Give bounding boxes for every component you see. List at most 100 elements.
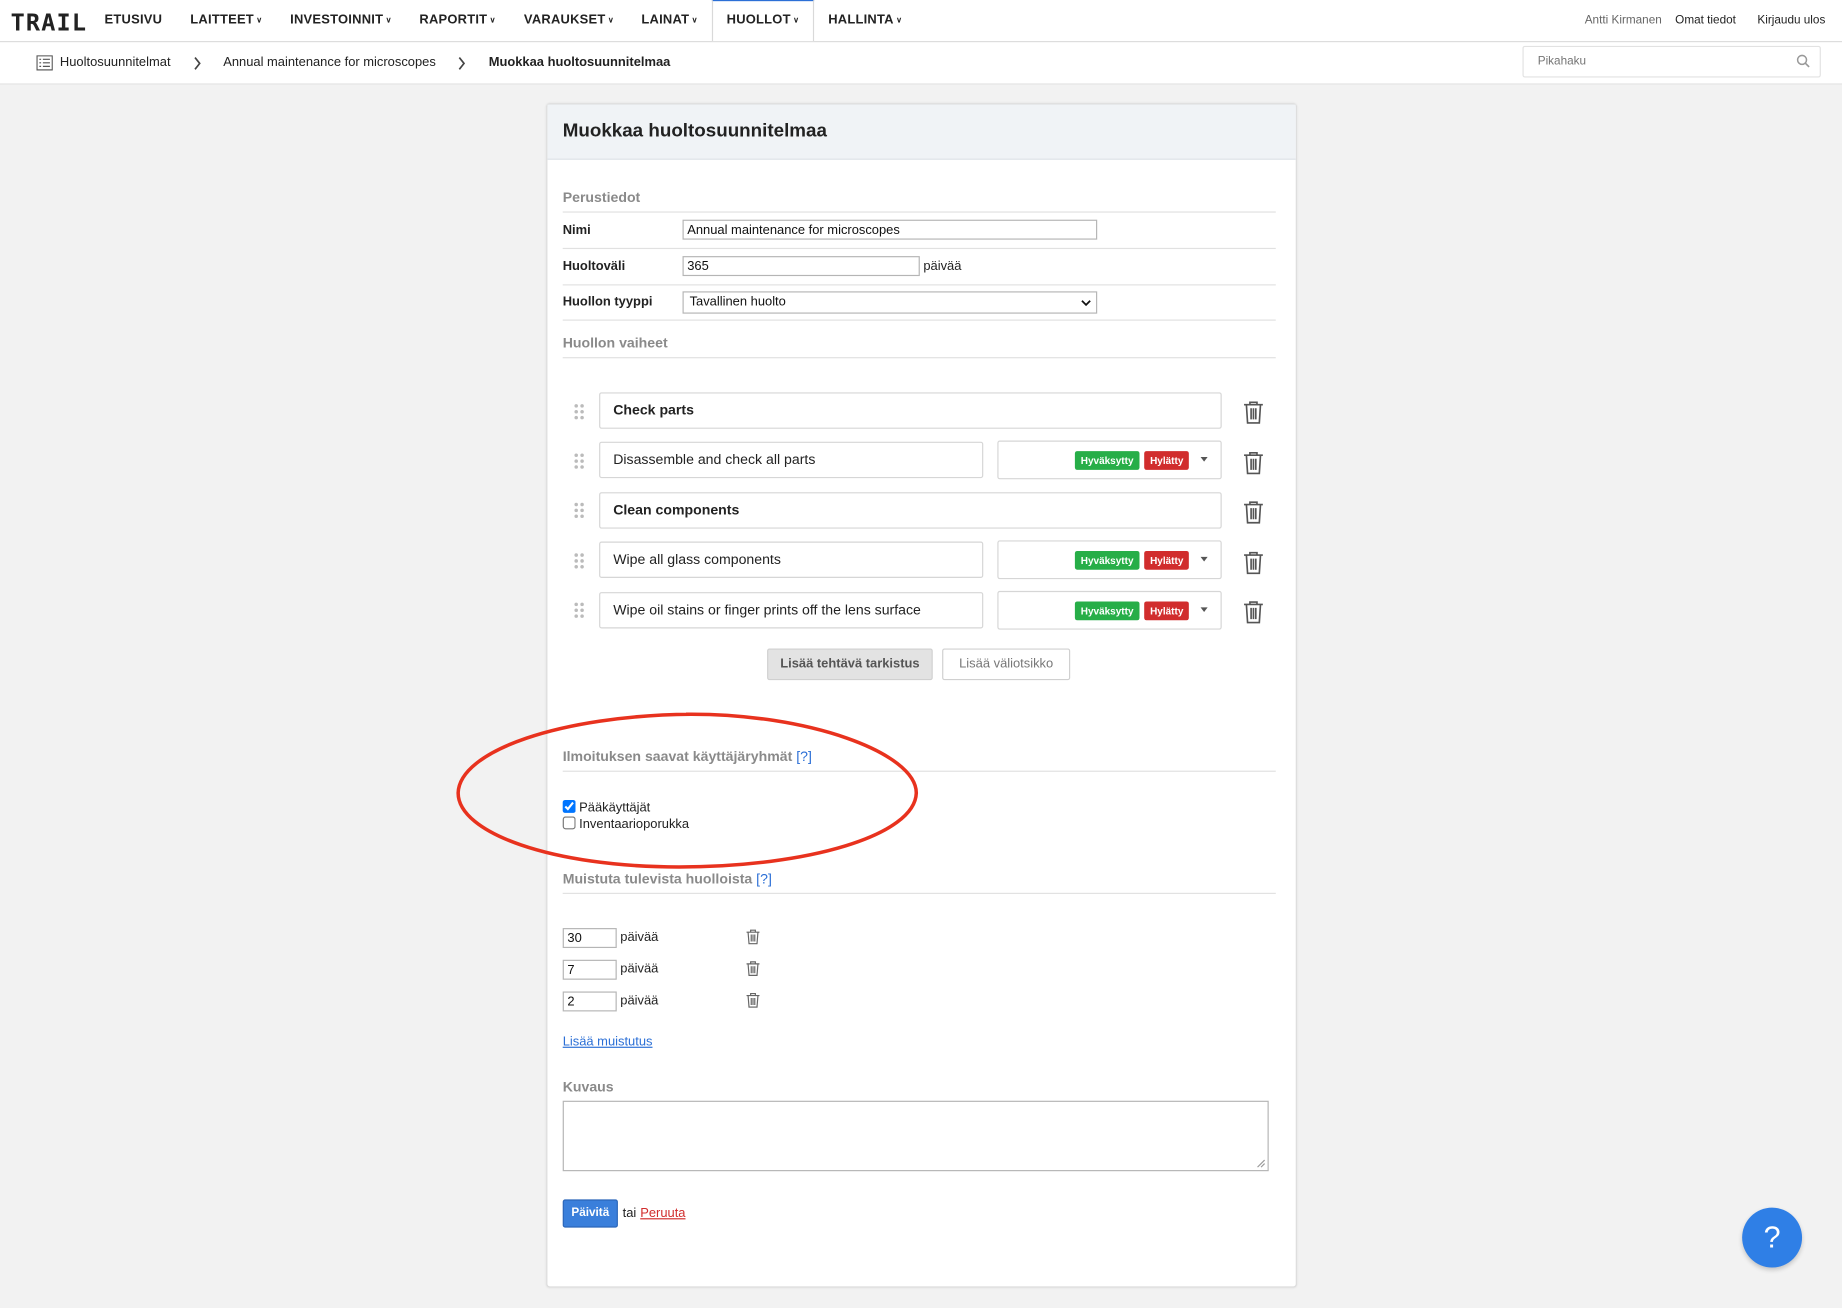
list-icon	[36, 55, 53, 71]
nav-lainat[interactable]: LAINAT ∨	[641, 0, 697, 41]
phase-item[interactable]: Clean components	[599, 492, 1222, 529]
cancel-link[interactable]: Peruuta	[640, 1206, 685, 1220]
name-label: Nimi	[562, 223, 591, 238]
chevron-down-icon: ∨	[793, 16, 800, 25]
breadcrumb-plan[interactable]: Annual maintenance for microscopes	[223, 42, 436, 83]
trash-icon[interactable]	[1243, 451, 1264, 475]
trash-icon[interactable]	[746, 961, 760, 976]
reminder-days-input[interactable]	[562, 928, 617, 949]
nav-raportit-label: RAPORTIT	[419, 12, 488, 28]
divider	[562, 357, 1276, 359]
approved-badge: Hyväksytty	[1074, 601, 1140, 621]
nav-raportit[interactable]: RAPORTIT ∨	[419, 0, 496, 41]
logout-link[interactable]: Kirjaudu ulos	[1757, 0, 1825, 41]
add-task-button[interactable]: Lisää tehtävä tarkistus	[767, 648, 933, 681]
search-input[interactable]	[1535, 54, 1776, 70]
divider	[562, 247, 1276, 250]
chevron-right-icon	[194, 57, 201, 70]
trash-icon[interactable]	[746, 993, 760, 1008]
nav-huollot-label: HUOLLOT	[726, 12, 791, 28]
help-link[interactable]: [?]	[756, 870, 772, 886]
reminder-days-input[interactable]	[562, 959, 617, 980]
divider	[562, 319, 1276, 321]
chevron-down-icon: ∨	[691, 16, 698, 25]
add-reminder-link[interactable]: Lisää muistutus	[563, 1035, 653, 1049]
chevron-down-icon: ∨	[489, 16, 496, 25]
chevron-down-icon: ∨	[256, 16, 263, 25]
drag-handle-icon[interactable]	[574, 602, 586, 619]
current-user: Antti Kirmanen	[1584, 14, 1662, 28]
help-button[interactable]: ?	[1742, 1207, 1803, 1268]
name-field[interactable]	[682, 219, 1098, 240]
reminder-days-input[interactable]	[562, 991, 617, 1012]
caret-down-icon	[1200, 456, 1208, 462]
annotation-ellipse	[456, 712, 919, 869]
edit-plan-card: Muokkaa huoltosuunnitelmaa Perustiedot N…	[546, 103, 1297, 1288]
type-select[interactable]: Tavallinen huolto	[682, 291, 1098, 314]
reminder-unit: päivää	[620, 930, 659, 945]
rejected-badge: Hylätty	[1144, 451, 1190, 470]
nav-laitteet[interactable]: LAITTEET ∨	[190, 0, 262, 41]
trail-logo[interactable]: TRAIL	[11, 8, 88, 36]
rejected-badge: Hylätty	[1144, 601, 1190, 621]
phase-status-select[interactable]: Hyväksytty Hylätty	[997, 590, 1222, 630]
nav-hallinta[interactable]: HALLINTA ∨	[828, 0, 902, 41]
drag-handle-icon[interactable]	[574, 404, 586, 420]
phase-item[interactable]: Disassemble and check all parts	[599, 441, 984, 479]
phase-status-select[interactable]: Hyväksytty Hylätty	[997, 440, 1222, 480]
divider	[562, 892, 1276, 894]
rejected-badge: Hylätty	[1144, 550, 1190, 570]
chevron-down-icon: ∨	[607, 16, 615, 25]
trash-icon[interactable]	[1243, 551, 1264, 575]
drag-handle-icon[interactable]	[574, 553, 586, 569]
reminder-unit: päivää	[620, 993, 659, 1008]
caret-down-icon	[1200, 556, 1208, 562]
approved-badge: Hyväksytty	[1074, 451, 1140, 470]
search-icon[interactable]	[1796, 54, 1810, 68]
nav-huollot[interactable]: HUOLLOT ∨	[711, 0, 815, 42]
chevron-right-icon	[458, 57, 466, 70]
trash-icon[interactable]	[1243, 500, 1264, 524]
remind-section-title: Muistuta tulevista huolloista [?]	[563, 870, 772, 886]
caret-down-icon	[1200, 607, 1208, 613]
nav-investoinnit[interactable]: INVESTOINNIT ∨	[290, 0, 392, 41]
nav-etusivu[interactable]: ETUSIVU	[105, 0, 163, 41]
interval-field[interactable]	[682, 256, 920, 277]
page: TRAIL ETUSIVU LAITTEET ∨ INVESTOINNIT ∨ RA…	[0, 0, 1842, 1307]
drag-handle-icon[interactable]	[574, 502, 586, 519]
or-text: tai	[622, 1206, 637, 1221]
phase-item[interactable]: Check parts	[599, 392, 1222, 429]
trash-icon[interactable]	[1243, 401, 1264, 424]
nav-etusivu-label: ETUSIVU	[104, 12, 163, 28]
phase-item[interactable]: Wipe all glass components	[599, 541, 984, 578]
breadcrumb-current: Muokkaa huoltosuunnitelmaa	[488, 55, 671, 70]
chevron-down-icon: ∨	[896, 16, 903, 25]
nav-varaukset[interactable]: VARAUKSET ∨	[524, 0, 614, 41]
add-subheading-button[interactable]: Lisää väliotsikko	[942, 648, 1071, 681]
profile-link[interactable]: Omat tiedot	[1675, 0, 1736, 41]
update-button[interactable]: Päivitä	[562, 1199, 618, 1228]
phase-status-select[interactable]: Hyväksytty Hylätty	[997, 540, 1222, 580]
interval-label: Huoltoväli	[562, 259, 626, 274]
trash-icon[interactable]	[1243, 600, 1264, 624]
nav-lainat-label: LAINAT	[641, 12, 690, 28]
quick-search	[1522, 45, 1821, 78]
resize-grip-icon[interactable]	[1257, 1159, 1266, 1168]
description-textarea[interactable]	[562, 1100, 1269, 1172]
breadcrumb-plans[interactable]: Huoltosuunnitelmat	[60, 42, 171, 83]
approved-badge: Hyväksytty	[1074, 550, 1140, 570]
type-select-value: Tavallinen huolto	[689, 294, 786, 309]
interval-unit: päivää	[923, 259, 962, 274]
description-section-title: Kuvaus	[562, 1078, 614, 1095]
divider	[562, 284, 1276, 286]
nav-hallinta-label: HALLINTA	[828, 12, 894, 28]
card-header: Muokkaa huoltosuunnitelmaa	[547, 104, 1296, 160]
page-title: Muokkaa huoltosuunnitelmaa	[562, 120, 827, 141]
trash-icon[interactable]	[746, 929, 760, 945]
phase-item[interactable]: Wipe oil stains or finger prints off the…	[599, 592, 984, 629]
chevron-down-icon: ∨	[385, 16, 392, 25]
phases-section-title: Huollon vaiheet	[562, 334, 668, 352]
top-nav: TRAIL ETUSIVU LAITTEET ∨ INVESTOINNIT ∨ RA…	[0, 0, 1842, 43]
drag-handle-icon[interactable]	[574, 453, 586, 469]
basic-section-title: Perustiedot	[562, 189, 641, 206]
